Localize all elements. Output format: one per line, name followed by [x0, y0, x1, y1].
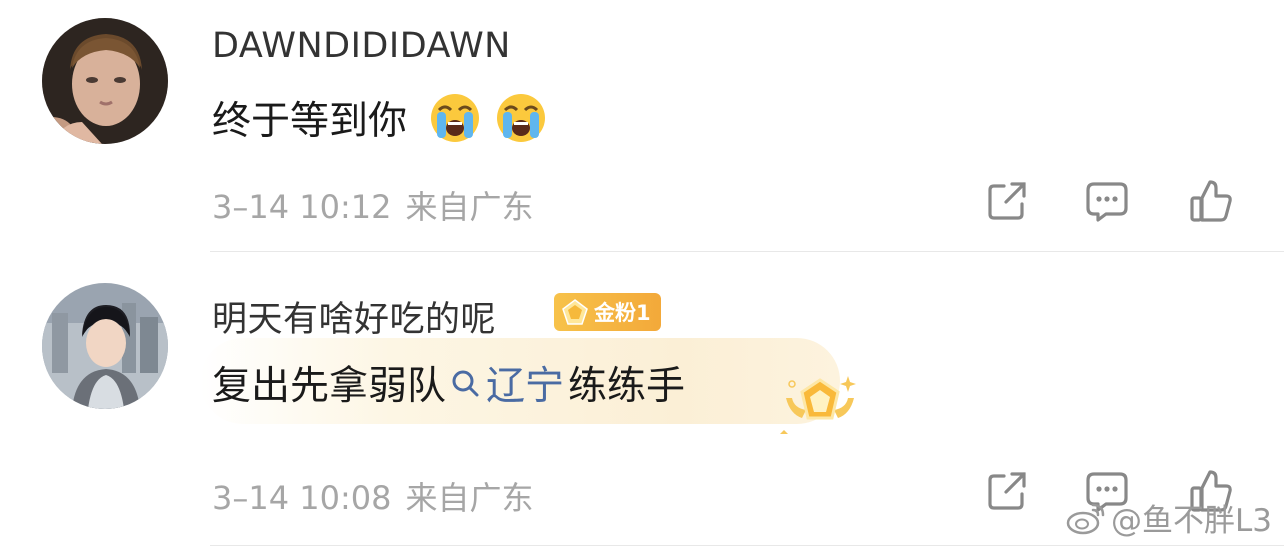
divider — [210, 545, 1284, 546]
comment-actions — [984, 178, 1284, 228]
comment-text: 复出先拿弱队 辽宁 练练手 — [212, 353, 685, 413]
comment-meta: 3–14 10:12 来自广东 — [212, 182, 533, 228]
crying-emoji-icon — [431, 94, 480, 142]
topic-label: 辽宁 — [486, 364, 565, 409]
badge-label: 金粉1 — [594, 301, 651, 325]
divider — [210, 251, 1284, 252]
fan-badge[interactable]: 金粉1 — [554, 293, 661, 331]
like-icon[interactable] — [1188, 178, 1234, 224]
avatar[interactable] — [42, 283, 168, 409]
comment-text-after: 练练手 — [568, 364, 686, 409]
share-icon[interactable] — [984, 468, 1030, 514]
watermark: @鱼不胖L3 — [1065, 495, 1272, 540]
timestamp: 3–14 10:12 — [212, 188, 392, 226]
username[interactable]: 明天有啥好吃的呢 — [212, 291, 496, 342]
comment-text-before: 复出先拿弱队 — [212, 364, 447, 409]
comment-meta: 3–14 10:08 来自广东 — [212, 473, 533, 519]
weibo-logo-icon — [1066, 503, 1105, 534]
timestamp: 3–14 10:08 — [212, 479, 392, 517]
comment-text: 终于等到你 — [212, 88, 547, 148]
comment-icon[interactable] — [1084, 178, 1130, 224]
location: 来自广东 — [405, 479, 534, 517]
gem-icon — [562, 299, 588, 325]
comment-item: DAWNDIDIDAWN 终于等到你 3–14 10:12 来自广东 — [0, 0, 1284, 255]
username[interactable]: DAWNDIDIDAWN — [212, 26, 511, 66]
comment-text-body: 终于等到你 — [212, 99, 408, 144]
topic-link[interactable]: 辽宁 — [450, 355, 564, 411]
crying-emoji-icon — [497, 94, 546, 142]
watermark-text: @鱼不胖L3 — [1111, 503, 1272, 539]
avatar[interactable] — [42, 18, 168, 144]
share-icon[interactable] — [984, 178, 1030, 224]
gold-medal-icon — [780, 376, 856, 434]
search-icon — [452, 370, 479, 397]
location: 来自广东 — [405, 188, 534, 226]
